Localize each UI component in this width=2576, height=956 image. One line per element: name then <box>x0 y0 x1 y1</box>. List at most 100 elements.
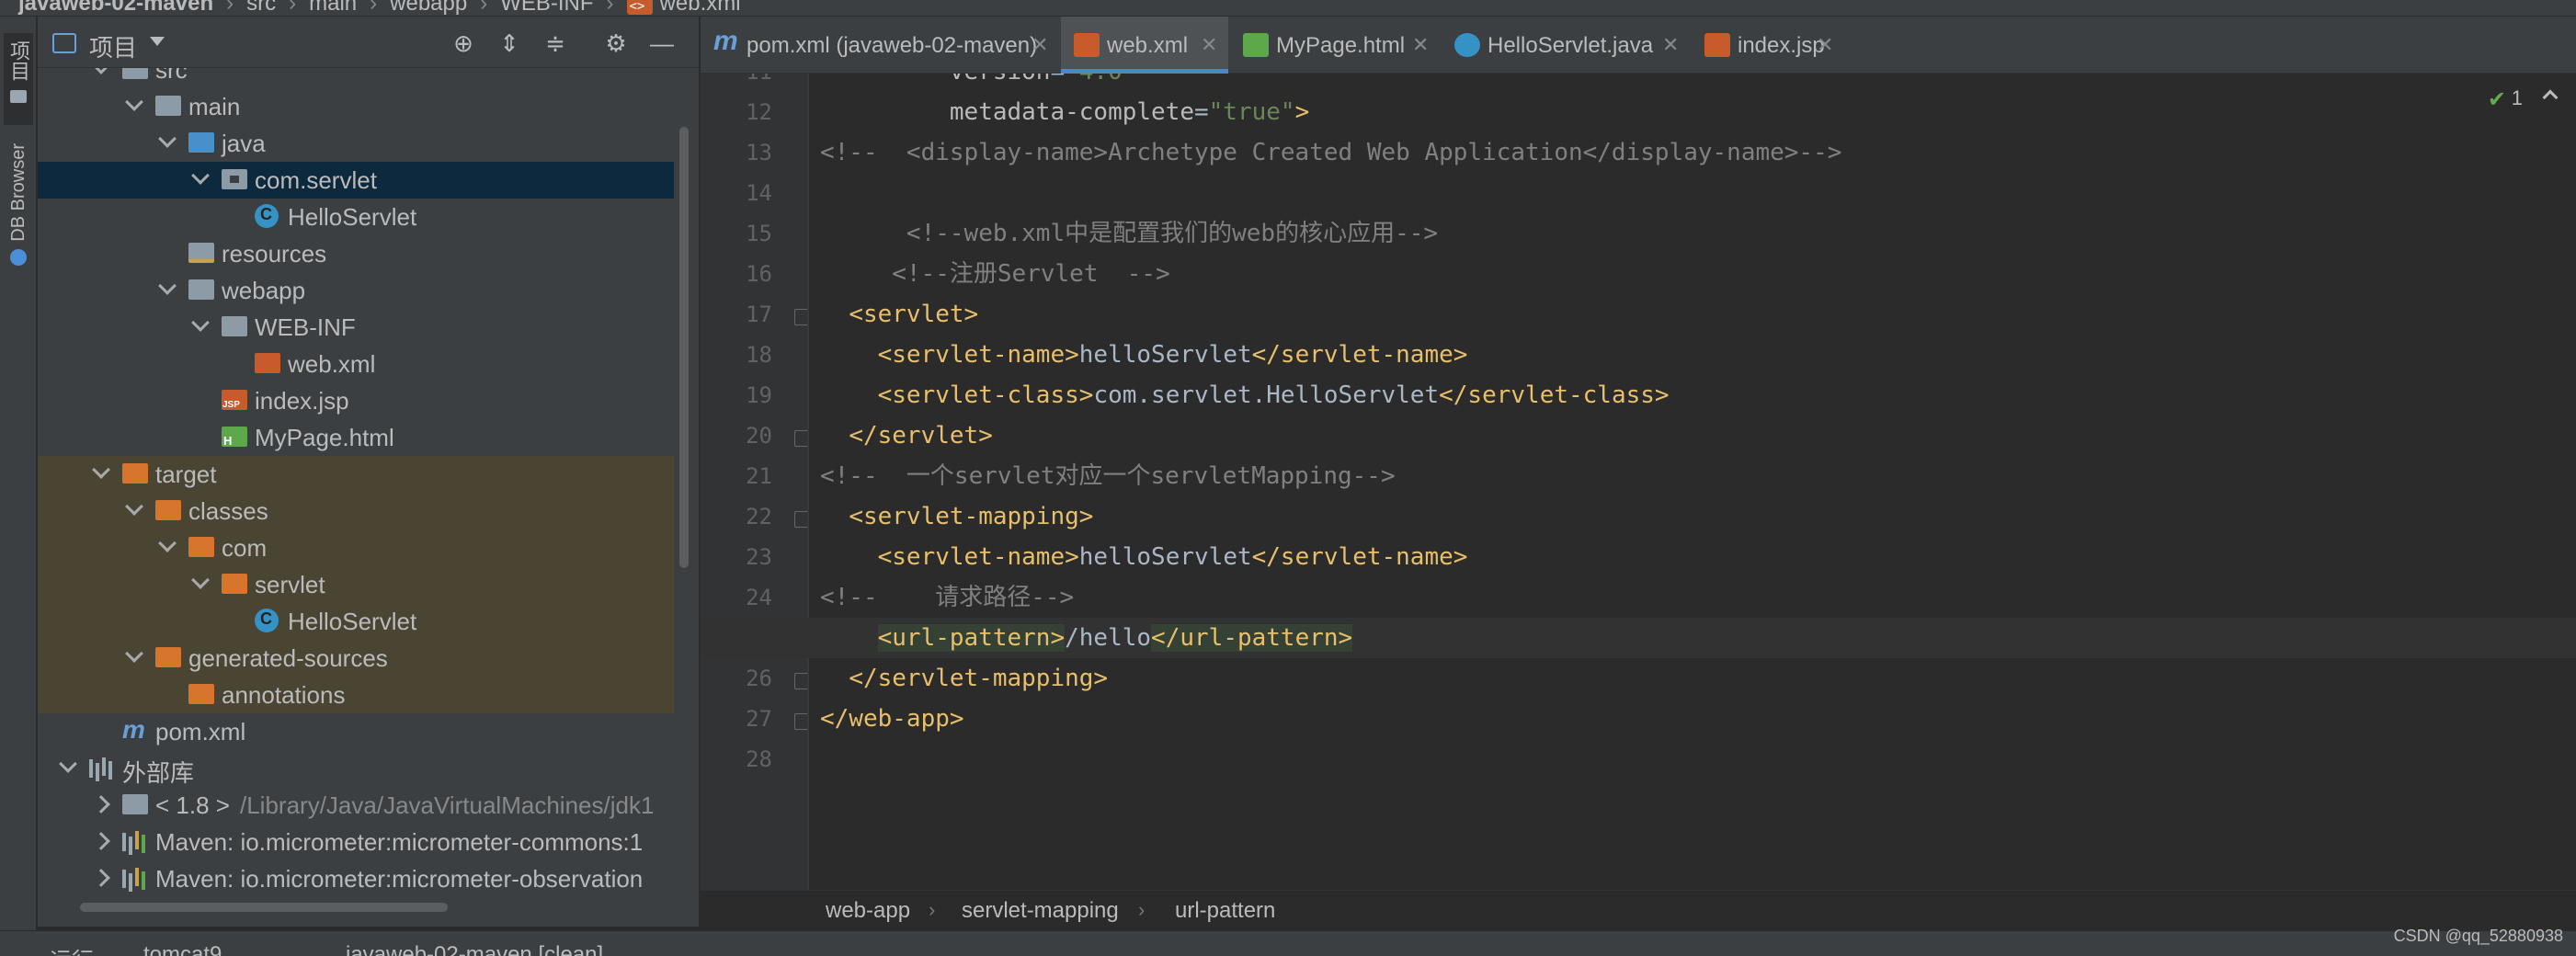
expand-all-icon[interactable]: ⇕ <box>496 29 523 57</box>
tree-item[interactable]: WEB-INF <box>38 309 674 346</box>
gear-icon[interactable]: ⚙ <box>602 29 630 57</box>
tree-item[interactable]: < 1.8 > /Library/Java/JavaVirtualMachines… <box>38 787 674 824</box>
chevron-down-icon[interactable] <box>158 534 177 552</box>
chevron-down-icon[interactable] <box>158 277 177 295</box>
code-line[interactable]: version="4.0" <box>701 74 2576 92</box>
tree-item[interactable]: 外部库 <box>38 750 674 787</box>
tree-item[interactable]: m pom.xml <box>38 713 674 750</box>
code-line[interactable]: <servlet-name>helloServlet</servlet-name… <box>701 335 2576 375</box>
code-line[interactable]: metadata-complete="true"> <box>701 92 2576 132</box>
tree-item[interactable]: src <box>38 68 674 88</box>
code-line[interactable]: </servlet> <box>701 415 2576 456</box>
code-editor[interactable]: 111213141516171819202122232425262728 ver… <box>701 74 2576 890</box>
chevron-down-icon[interactable] <box>191 571 210 589</box>
crumb-separator-icon: › <box>929 898 936 921</box>
minimize-icon[interactable]: — <box>648 29 676 57</box>
code-line[interactable]: <!--注册Servlet --> <box>701 254 2576 294</box>
code-line[interactable]: <servlet-class>com.servlet.HelloServlet<… <box>701 375 2576 415</box>
chevron-down-icon[interactable] <box>92 68 110 74</box>
project-panel-title[interactable]: 项目 <box>89 29 137 63</box>
db-browser-tool-tab[interactable]: DB Browser <box>4 143 33 309</box>
editor-crumb-url-pattern[interactable]: url-pattern <box>1175 898 1275 924</box>
code-line[interactable]: <servlet-name>helloServlet</servlet-name… <box>701 537 2576 577</box>
tree-item[interactable]: Maven: io.micrometer:micrometer-observat… <box>38 860 674 895</box>
close-icon[interactable]: ✕ <box>1412 33 1429 57</box>
code-line[interactable]: <!-- <display-name>Archetype Created Web… <box>701 132 2576 173</box>
tree-item[interactable]: Maven: io.micrometer:micrometer-commons:… <box>38 824 674 860</box>
tree-item[interactable]: java <box>38 125 674 162</box>
breadcrumb-main[interactable]: main <box>309 0 357 16</box>
chevron-down-icon[interactable] <box>191 166 210 185</box>
code-line[interactable]: <!-- 请求路径--> <box>701 577 2576 618</box>
chevron-down-icon[interactable] <box>125 93 143 111</box>
tree-item[interactable]: index.jsp <box>38 382 674 419</box>
tree-item[interactable]: annotations <box>38 677 674 713</box>
editor-crumb-servlet-mapping[interactable]: servlet-mapping <box>962 898 1119 924</box>
chevron-down-icon[interactable] <box>125 497 143 516</box>
xml-file-icon <box>255 353 280 373</box>
chevron-down-icon[interactable] <box>59 755 77 773</box>
editor-tab[interactable]: HelloServlet.java ✕ <box>1442 17 1690 74</box>
code-line[interactable]: <!-- 一个servlet对应一个servletMapping--> <box>701 456 2576 496</box>
close-icon[interactable]: ✕ <box>1201 33 1217 57</box>
tree-item[interactable]: com <box>38 529 674 566</box>
package-icon <box>222 169 247 189</box>
editor-tab[interactable]: web.xml ✕ <box>1061 17 1228 74</box>
close-icon[interactable]: ✕ <box>1817 33 1833 57</box>
code-token: <servlet-name> <box>877 543 1079 571</box>
editor-tab[interactable]: MyPage.html ✕ <box>1230 17 1440 74</box>
code-line[interactable] <box>701 739 2576 780</box>
tree-item[interactable]: com.servlet <box>38 162 674 199</box>
scroll-thumb[interactable] <box>679 127 689 568</box>
chevron-down-icon[interactable] <box>125 644 143 663</box>
target-icon[interactable]: ⊕ <box>450 29 477 57</box>
collapse-all-icon[interactable]: ≑ <box>541 29 569 57</box>
tree-item[interactable]: main <box>38 88 674 125</box>
scroll-thumb[interactable] <box>80 903 448 912</box>
tree-item[interactable]: target <box>38 456 674 493</box>
tree-item[interactable]: classes <box>38 493 674 529</box>
tree-item[interactable]: MyPage.html <box>38 419 674 456</box>
tree-item[interactable]: servlet <box>38 566 674 603</box>
project-horizontal-scrollbar[interactable] <box>43 901 668 914</box>
breadcrumb-file[interactable]: web.xml <box>660 0 741 16</box>
code-line[interactable]: <!--web.xml中是配置我们的web的核心应用--> <box>701 213 2576 254</box>
chevron-down-icon[interactable] <box>158 130 177 148</box>
chevron-down-icon[interactable] <box>92 461 110 479</box>
run-config-tomcat[interactable]: tomcat9 <box>143 942 222 956</box>
code-line[interactable] <box>701 173 2576 213</box>
chevron-down-icon[interactable] <box>150 37 165 46</box>
code-line[interactable]: <servlet-mapping> <box>701 496 2576 537</box>
tree-item[interactable]: webapp <box>38 272 674 309</box>
project-tool-tab[interactable]: 项目 <box>4 33 33 125</box>
tree-item[interactable]: HelloServlet <box>38 603 674 640</box>
code-token: <servlet> <box>849 301 979 328</box>
code-line[interactable]: </servlet-mapping> <box>701 658 2576 699</box>
breadcrumb-web-inf[interactable]: WEB-INF <box>500 0 593 16</box>
project-vertical-scrollbar[interactable] <box>678 90 690 825</box>
close-icon[interactable]: ✕ <box>1662 33 1679 57</box>
chevron-down-icon[interactable] <box>191 313 210 332</box>
tree-item-label: web.xml <box>288 350 376 378</box>
run-config-maven[interactable]: javaweb-02-maven [clean] <box>346 942 603 956</box>
editor-crumb-web-app[interactable]: web-app <box>826 898 910 924</box>
chevron-right-icon[interactable] <box>92 832 110 850</box>
code-line[interactable]: </web-app> <box>701 699 2576 739</box>
editor-tab-label: pom.xml (javaweb-02-maven) <box>747 33 1038 58</box>
tree-item[interactable]: resources <box>38 235 674 272</box>
breadcrumb-src[interactable]: src <box>246 0 276 16</box>
close-icon[interactable]: ✕ <box>1032 33 1048 57</box>
tree-item[interactable]: web.xml <box>38 346 674 382</box>
tree-item[interactable]: HelloServlet <box>38 199 674 235</box>
code-line[interactable]: <servlet> <box>701 294 2576 335</box>
chevron-right-icon[interactable] <box>92 795 110 814</box>
breadcrumb-project[interactable]: javaweb-02-maven <box>18 0 213 16</box>
tree-item[interactable]: generated-sources <box>38 640 674 677</box>
editor-tab[interactable]: m pom.xml (javaweb-02-maven) ✕ <box>701 17 1059 74</box>
inspection-ok-icon[interactable]: ✔ <box>2488 86 2506 113</box>
breadcrumb-webapp[interactable]: webapp <box>390 0 467 16</box>
chevron-right-icon[interactable] <box>92 869 110 887</box>
code-line[interactable]: <url-pattern>/hello</url-pattern> <box>701 618 2576 658</box>
editor-tab[interactable]: index.jsp ✕ <box>1692 17 1844 74</box>
